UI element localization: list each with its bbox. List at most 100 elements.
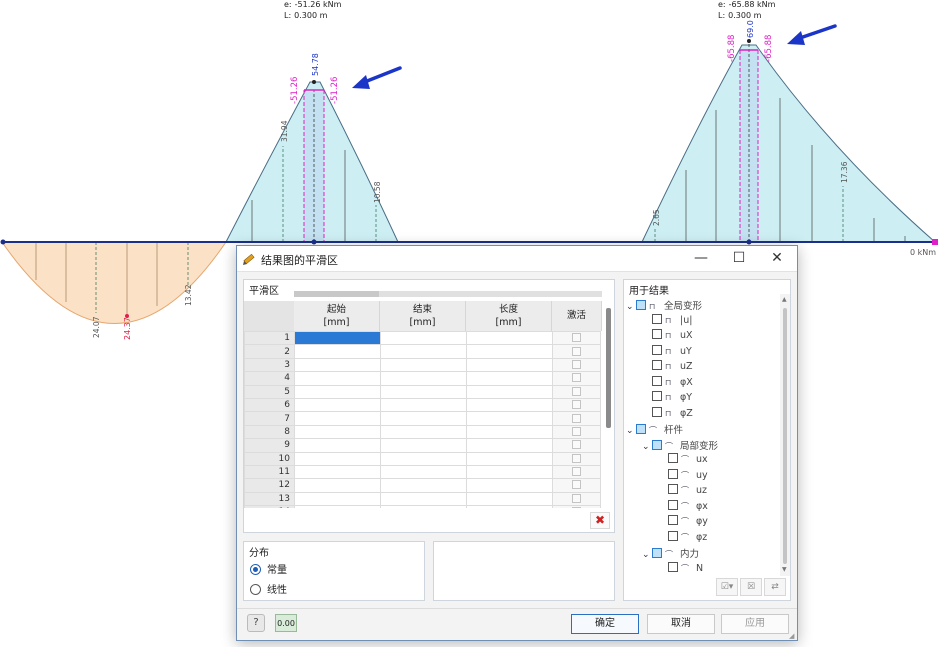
active-checkbox[interactable] [572,493,581,503]
active-cell[interactable] [552,451,601,466]
start-cell[interactable] [294,478,381,493]
tree-item[interactable]: ⌒ φx [658,499,708,514]
table-row[interactable]: 14 [244,505,601,508]
tree-checkbox[interactable] [668,515,678,525]
tree-item[interactable]: ⊓ |u| [642,313,692,328]
length-cell[interactable] [466,331,553,346]
tree-checkbox[interactable] [636,300,646,310]
end-cell[interactable] [380,397,467,413]
start-cell[interactable] [294,438,381,453]
table-row[interactable]: 10 [244,451,601,466]
start-cell[interactable] [294,451,381,466]
active-cell[interactable] [552,357,601,373]
tree-checkbox[interactable] [668,530,678,541]
active-checkbox[interactable] [572,426,581,436]
smoothing-table[interactable]: 1234567891011121314 [244,331,608,508]
end-cell[interactable] [380,371,467,386]
dialog-titlebar[interactable]: 结果图的平滑区 — ☐ ✕ [237,246,797,272]
tree-checkbox[interactable] [668,561,678,572]
tree-item[interactable]: ⌄ ⌒ 局部变形 [642,438,718,452]
tree-checkbox[interactable] [652,375,662,386]
uncheck-all-icon[interactable]: ☒ [740,578,762,596]
active-cell[interactable] [552,397,601,413]
delete-row-button[interactable]: ✖ [590,512,610,529]
active-checkbox[interactable] [572,333,581,343]
tree-checkbox[interactable] [652,313,662,324]
tree-item[interactable]: ⌒ φz [658,530,707,545]
end-cell[interactable] [380,451,467,466]
end-cell[interactable] [380,357,467,373]
start-cell[interactable] [294,357,381,373]
tree-checkbox[interactable] [652,344,662,355]
table-row[interactable]: 4 [244,371,601,386]
tree-checkbox[interactable] [652,360,662,370]
table-row[interactable]: 1 [244,331,601,346]
active-cell[interactable] [552,438,601,453]
table-row[interactable]: 3 [244,357,601,373]
tree-item[interactable]: ⊓ φY [642,391,692,405]
maximize-button[interactable]: ☐ [721,246,757,272]
length-cell[interactable] [466,397,553,413]
active-checkbox[interactable] [572,346,581,356]
end-cell[interactable] [380,438,467,453]
length-cell[interactable] [466,451,553,466]
start-cell[interactable] [294,397,381,413]
tree-item[interactable]: ⌄ ⊓ 全局变形 [626,298,702,312]
end-cell[interactable] [380,478,467,493]
tree-item[interactable]: ⊓ uY [642,344,692,359]
active-cell[interactable] [552,478,601,493]
tree-checkbox[interactable] [668,453,678,463]
active-checkbox[interactable] [572,480,581,490]
table-row[interactable]: 6 [244,397,601,413]
tree-item[interactable]: ⌒ uy [658,468,708,483]
length-cell[interactable] [466,344,553,359]
length-cell[interactable] [466,491,553,507]
start-cell[interactable] [294,344,381,359]
radio-linear[interactable] [250,584,261,595]
active-checkbox[interactable] [572,413,581,423]
chevron-down-icon[interactable]: ⌄ [642,442,652,452]
tree-item[interactable]: ⌒ N [658,561,703,576]
help-icon[interactable]: ? [247,614,265,632]
active-cell[interactable] [552,491,601,507]
tree-checkbox[interactable] [652,391,662,401]
start-cell[interactable] [294,384,381,399]
table-row[interactable]: 13 [244,491,601,507]
start-cell[interactable] [294,331,381,346]
tree-item[interactable]: ⊓ φZ [642,406,693,421]
length-cell[interactable] [466,371,553,386]
table-row[interactable]: 12 [244,478,601,493]
start-cell[interactable] [294,371,381,386]
active-cell[interactable] [552,344,601,359]
tree-checkbox[interactable] [668,468,678,479]
length-cell[interactable] [466,384,553,399]
active-cell[interactable] [552,464,601,480]
start-cell[interactable] [294,505,381,508]
tree-item[interactable]: ⌒ uz [658,484,707,498]
radio-constant[interactable] [250,564,261,575]
length-cell[interactable] [466,424,553,440]
active-cell[interactable] [552,331,601,346]
length-cell[interactable] [466,478,553,493]
tree-item[interactable]: ⌄ ⌒ 内力 [642,546,699,560]
apply-button[interactable]: 应用 [721,614,789,634]
cancel-button[interactable]: 取消 [647,614,715,634]
tree-item[interactable]: ⊓ φX [642,375,693,390]
table-row[interactable]: 7 [244,411,601,426]
active-checkbox[interactable] [572,359,581,369]
ok-button[interactable]: 确定 [571,614,639,634]
table-row[interactable]: 11 [244,464,601,480]
end-cell[interactable] [380,411,467,426]
close-button[interactable]: ✕ [759,246,795,272]
tree-item[interactable]: ⌒ φy [658,515,708,529]
toggle-icon[interactable]: ⇄ [764,578,786,596]
units-decimal-icon[interactable]: 0.00 [275,614,297,632]
active-checkbox[interactable] [572,453,581,463]
active-cell[interactable] [552,371,601,386]
active-cell[interactable] [552,384,601,399]
end-cell[interactable] [380,505,467,508]
chevron-down-icon[interactable]: ⌄ [626,302,636,312]
end-cell[interactable] [380,464,467,480]
active-checkbox[interactable] [572,400,581,410]
distribution-option-linear[interactable]: 线性 [250,581,287,596]
